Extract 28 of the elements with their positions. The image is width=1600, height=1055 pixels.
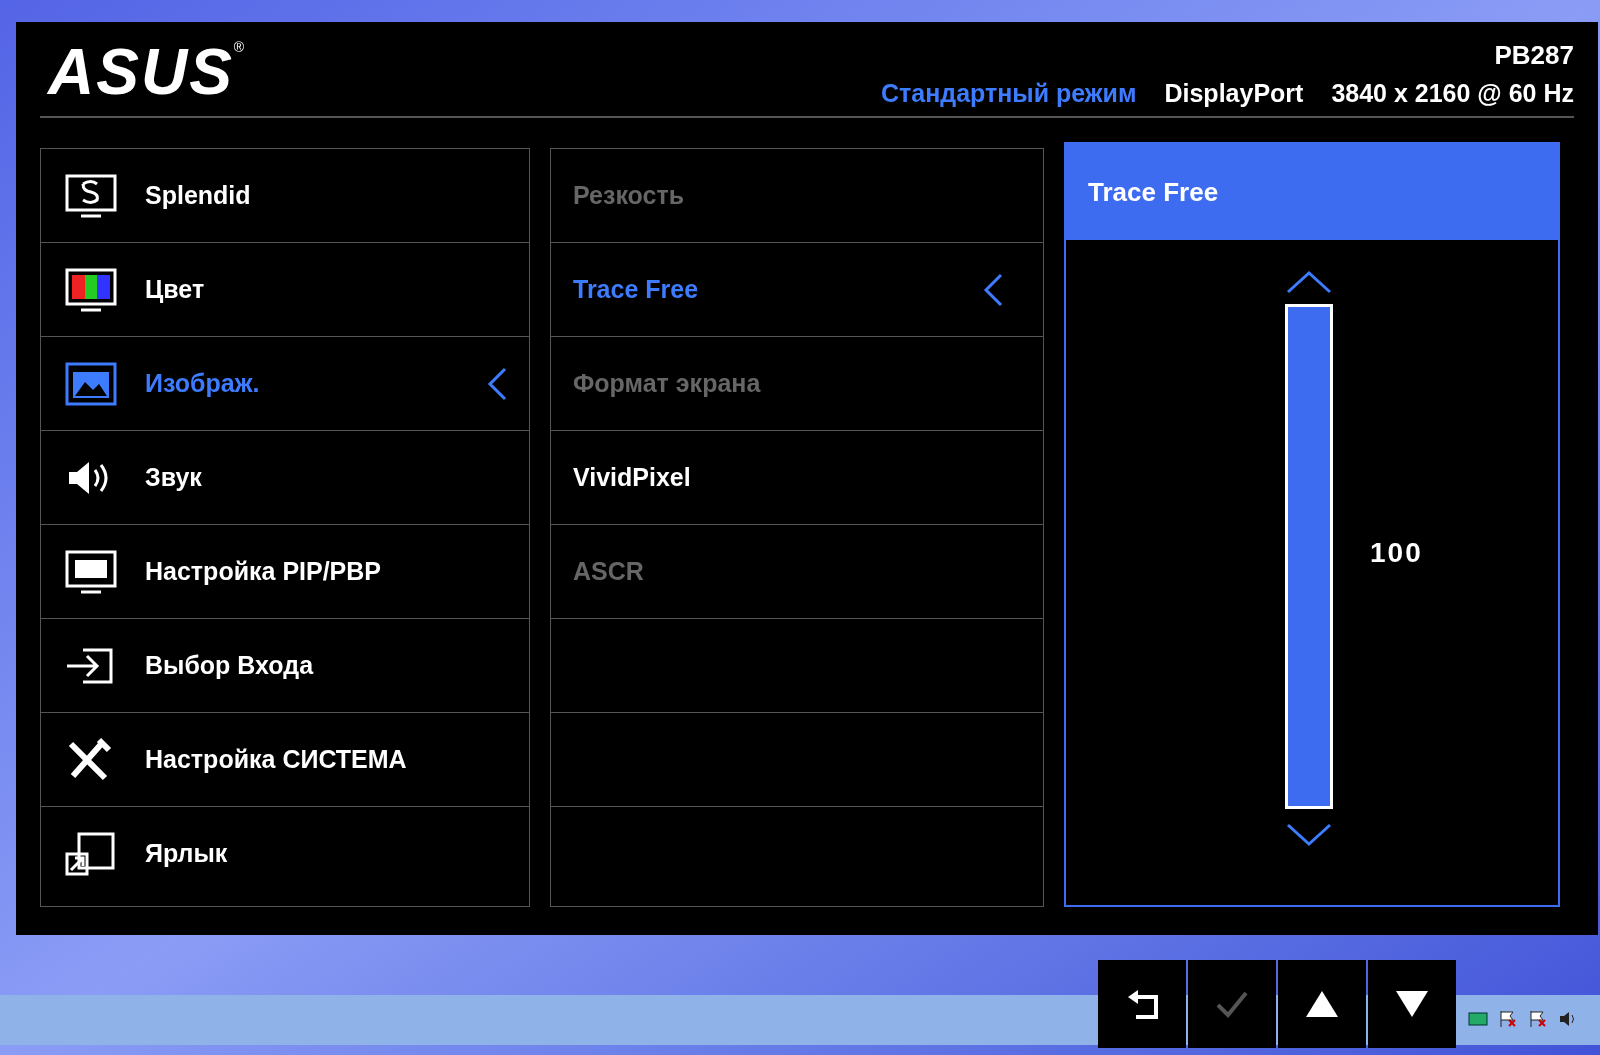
submenu-item[interactable]: Trace Free bbox=[551, 243, 1043, 337]
left-chevron-icon bbox=[983, 272, 1003, 307]
flag-icon[interactable] bbox=[1498, 1010, 1518, 1028]
up-chevron-icon[interactable] bbox=[1286, 270, 1332, 294]
menu-item[interactable]: Настройка СИСТЕМА bbox=[41, 713, 529, 807]
setting-value: 100 bbox=[1370, 535, 1423, 570]
network-icon[interactable] bbox=[1468, 1010, 1488, 1028]
down-chevron-icon[interactable] bbox=[1286, 823, 1332, 847]
left-chevron-icon bbox=[487, 366, 507, 401]
menu-item[interactable]: Splendid bbox=[41, 149, 529, 243]
mode-label: Стандартный режим bbox=[881, 77, 1137, 109]
nav-button[interactable] bbox=[1278, 960, 1366, 1048]
menu-item[interactable]: Выбор Входа bbox=[41, 619, 529, 713]
setting-title: Trace Free bbox=[1066, 144, 1558, 240]
input-label: DisplayPort bbox=[1164, 77, 1304, 109]
menu-item[interactable]: Настройка PIP/PBP bbox=[41, 525, 529, 619]
menu-item[interactable]: Изображ. bbox=[41, 337, 529, 431]
submenu-item[interactable]: VividPixel bbox=[551, 431, 1043, 525]
resolution-label: 3840 x 2160 @ 60 Hz bbox=[1331, 77, 1574, 109]
model-name: PB287 bbox=[1494, 38, 1574, 72]
nav-button[interactable] bbox=[1098, 960, 1186, 1048]
menu-item[interactable]: Ярлык bbox=[41, 807, 529, 901]
logo: ASUS bbox=[48, 40, 234, 104]
registered-mark: ® bbox=[233, 40, 245, 54]
menu-item[interactable]: Звук bbox=[41, 431, 529, 525]
nav-button[interactable] bbox=[1368, 960, 1456, 1048]
menu-item[interactable]: Цвет bbox=[41, 243, 529, 337]
flag-icon[interactable] bbox=[1528, 1010, 1548, 1028]
